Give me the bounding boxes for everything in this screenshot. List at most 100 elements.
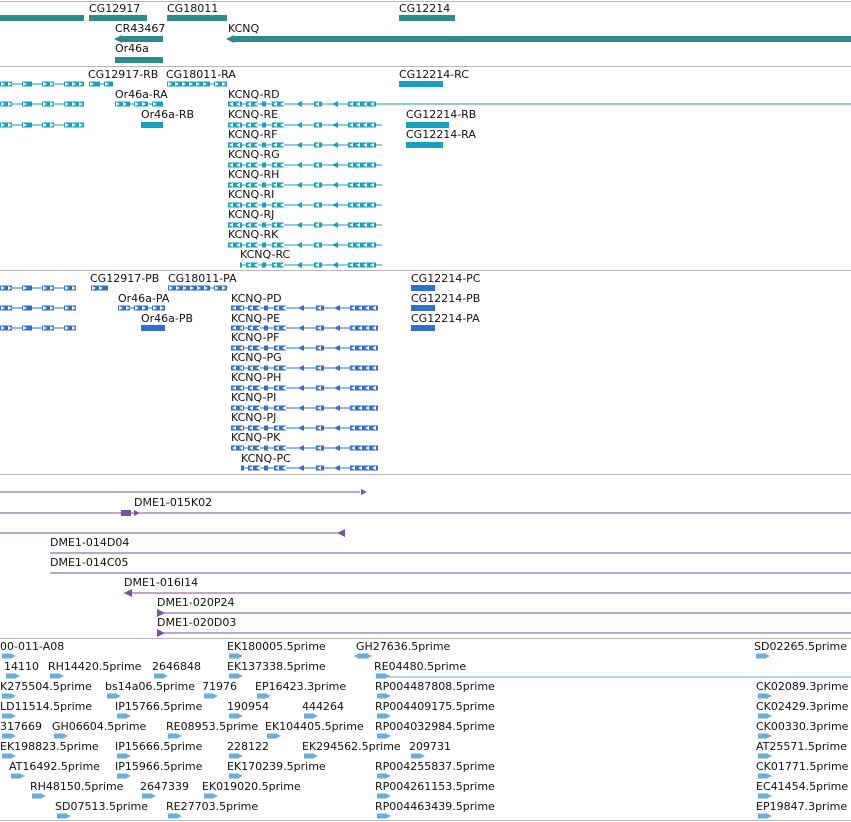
mrna-model-exon[interactable]	[399, 81, 443, 87]
est-glyph[interactable]	[2, 713, 10, 719]
est-label[interactable]: SD07513.5prime	[55, 800, 148, 813]
protein-model-kcnq-exon[interactable]	[264, 405, 268, 411]
est-glyph[interactable]	[411, 753, 419, 759]
protein-model-kcnq-pc-exon[interactable]	[241, 465, 244, 471]
protein-label[interactable]: KCNQ-PF	[231, 331, 279, 344]
protein-label[interactable]: KCNQ-PH	[231, 371, 281, 384]
est-glyph[interactable]	[267, 733, 275, 739]
gene-label-or46a[interactable]: Or46a	[115, 42, 149, 55]
est-label[interactable]: EP19847.3prime	[756, 800, 847, 813]
mrna-model-kcnq-exon[interactable]	[262, 242, 266, 248]
est-glyph[interactable]	[376, 673, 384, 679]
protein-label[interactable]: CG12917-PB	[90, 272, 159, 285]
est-label[interactable]: EK137338.5prime	[227, 660, 326, 673]
est-glyph[interactable]	[32, 793, 40, 799]
est-label[interactable]: RE04480.5prime	[374, 660, 466, 673]
est-glyph[interactable]	[107, 693, 115, 699]
est-glyph[interactable]	[57, 813, 65, 819]
est-label[interactable]: RP004487808.5prime	[375, 680, 495, 693]
est-label[interactable]: EK198823.5prime	[0, 740, 99, 753]
gene-glyph-kcnq[interactable]	[232, 36, 851, 42]
est-label[interactable]: 444264	[302, 700, 344, 713]
est-glyph[interactable]	[758, 773, 766, 779]
transcript-label[interactable]: KCNQ-RI	[228, 188, 274, 201]
est-label[interactable]: IP15966.5prime	[115, 760, 202, 773]
est-glyph[interactable]	[54, 733, 62, 739]
est-glyph[interactable]	[2, 753, 10, 759]
protein-model-exon[interactable]	[141, 325, 165, 331]
transcript-label[interactable]: CG12214-RA	[406, 128, 476, 141]
est-glyph[interactable]	[229, 753, 237, 759]
est-label[interactable]: 190954	[227, 700, 269, 713]
gene-label-cg12214[interactable]: CG12214	[399, 2, 450, 15]
est-glyph[interactable]	[377, 813, 385, 819]
gene-label-kcnq[interactable]: KCNQ	[228, 22, 259, 35]
clone-label[interactable]: DME1-020P24	[157, 596, 235, 609]
mrna-model-kcnq-rd-exon[interactable]	[262, 101, 266, 107]
mrna-model-exon[interactable]	[406, 142, 443, 148]
protein-model-kcnq-exon[interactable]	[264, 345, 268, 351]
est-glyph[interactable]	[117, 713, 125, 719]
gene-glyph[interactable]	[0, 15, 84, 21]
protein-model-kcnq-exon[interactable]	[264, 425, 268, 431]
est-glyph[interactable]	[758, 713, 766, 719]
transcript-label[interactable]: CG12214-RC	[399, 68, 469, 81]
est-label[interactable]: 209731	[409, 740, 451, 753]
est-label[interactable]: CK02089.3prime	[756, 680, 848, 693]
protein-model-exon[interactable]	[168, 285, 210, 291]
protein-model-exon[interactable]	[411, 305, 435, 311]
protein-model-kcnq-exon[interactable]	[264, 365, 268, 371]
est-label[interactable]: 71976	[202, 680, 237, 693]
transcript-label[interactable]: KCNQ-RF	[228, 128, 277, 141]
transcript-label[interactable]: KCNQ-RH	[228, 168, 279, 181]
transcript-label[interactable]: KCNQ-RD	[228, 88, 280, 101]
protein-label[interactable]: CG12214-PA	[411, 312, 480, 325]
est-label[interactable]: IP15766.5prime	[115, 700, 202, 713]
est-glyph[interactable]	[117, 753, 125, 759]
mrna-model-kcnq-exon[interactable]	[262, 182, 266, 188]
transcript-label[interactable]: KCNQ-RK	[228, 228, 278, 241]
est-glyph[interactable]	[168, 813, 176, 819]
est-glyph[interactable]	[304, 753, 312, 759]
est-glyph[interactable]	[758, 813, 766, 819]
transcript-label[interactable]: KCNQ-RG	[228, 148, 280, 161]
mrna-model-exon[interactable]	[141, 122, 163, 128]
est-label[interactable]: EK019020.5prime	[202, 780, 301, 793]
transcript-label[interactable]: KCNQ-RJ	[228, 208, 274, 221]
gene-glyph-or46a[interactable]	[115, 57, 163, 63]
est-glyph[interactable]	[377, 713, 385, 719]
protein-model-kcnq-exon[interactable]	[264, 325, 268, 331]
protein-model-kcnq-pc-exon[interactable]	[264, 465, 268, 471]
est-label[interactable]: RE08953.5prime	[166, 720, 258, 733]
mrna-model-kcnq-rf-exon[interactable]	[262, 142, 266, 148]
gene-glyph-cg12917[interactable]	[89, 15, 147, 21]
est-label[interactable]: RE27703.5prime	[166, 800, 258, 813]
est-glyph[interactable]	[257, 693, 265, 699]
protein-model-exon[interactable]	[411, 285, 435, 291]
est-label[interactable]: EK104405.5prime	[265, 720, 364, 733]
clone-end[interactable]	[121, 510, 131, 516]
est-label[interactable]: CK02429.3prime	[756, 700, 848, 713]
est-label[interactable]: CK00330.3prime	[756, 720, 848, 733]
est-label[interactable]: bs14a06.5prime	[105, 680, 195, 693]
transcript-label[interactable]: CG12917-RB	[88, 68, 158, 81]
est-glyph[interactable]	[50, 673, 58, 679]
est-glyph[interactable]	[204, 693, 212, 699]
transcript-label[interactable]: KCNQ-RE	[228, 108, 278, 121]
est-glyph[interactable]	[229, 713, 237, 719]
est-label[interactable]: EP16423.3prime	[255, 680, 346, 693]
est-label[interactable]: GH27636.5prime	[356, 640, 450, 653]
protein-model-exon[interactable]	[411, 325, 435, 331]
est-glyph[interactable]	[2, 653, 10, 659]
est-label[interactable]: EK170239.5prime	[227, 760, 326, 773]
est-label[interactable]: RP004032984.5prime	[375, 720, 495, 733]
protein-label[interactable]: KCNQ-PC	[241, 452, 291, 465]
est-glyph[interactable]	[758, 733, 766, 739]
protein-label[interactable]: KCNQ-PG	[231, 351, 282, 364]
est-label[interactable]: 228122	[227, 740, 269, 753]
est-label[interactable]: RH48150.5prime	[30, 780, 123, 793]
mrna-model-kcnq-exon[interactable]	[262, 162, 266, 168]
est-glyph[interactable]	[117, 773, 125, 779]
protein-label[interactable]: KCNQ-PI	[231, 391, 276, 404]
protein-model-kcnq-exon[interactable]	[264, 385, 268, 391]
